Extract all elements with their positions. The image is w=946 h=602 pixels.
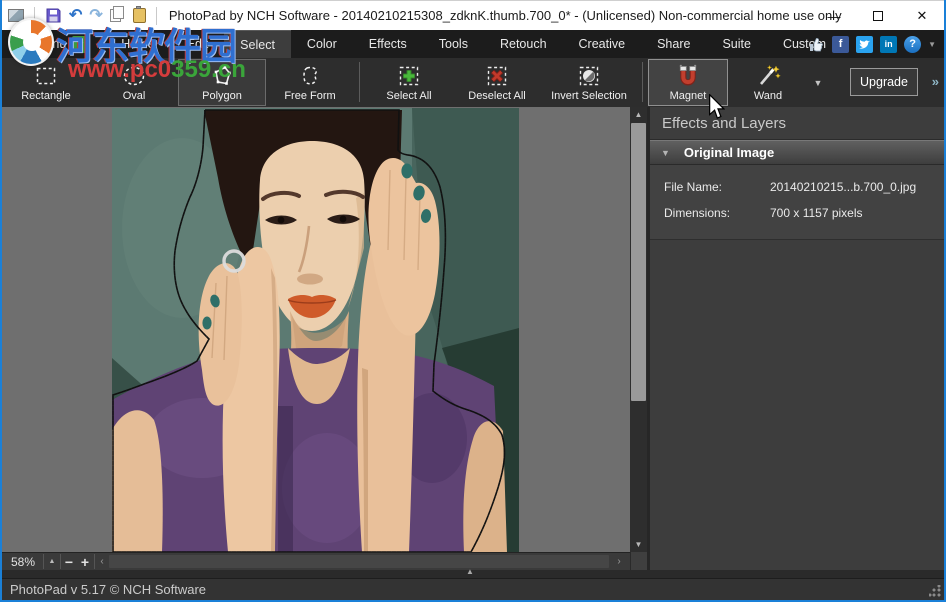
tab-color[interactable]: Color [291,30,353,58]
rectangle-select-icon [34,63,58,89]
collapse-triangle-icon: ▼ [661,148,670,158]
scroll-right-icon[interactable]: › [612,553,626,570]
collapse-up-icon: ▲ [466,567,474,576]
select-all-button[interactable]: Select All [365,59,453,106]
horizontal-scrollbar-thumb[interactable] [109,555,609,568]
magic-wand-icon [755,63,781,89]
tab-share[interactable]: Share [641,30,706,58]
status-bar: PhotoPad v 5.17 © NCH Software [2,578,944,600]
upgrade-button[interactable]: Upgrade [850,68,918,96]
wand-dropdown-icon[interactable]: ▼ [808,59,828,106]
scroll-left-icon[interactable]: ‹ [96,553,108,570]
rectangle-select-button[interactable]: Rectangle [2,59,90,106]
help-dropdown-icon[interactable]: ▼ [928,40,936,49]
deselect-all-button[interactable]: Deselect All [453,59,541,106]
paste-icon[interactable] [133,8,146,23]
app-icon[interactable] [8,9,24,22]
photopad-window: ↶ ↷ PhotoPad by NCH Software - 201402102… [0,0,946,602]
tab-edit[interactable]: Edit [171,30,225,58]
facebook-icon[interactable]: f [832,36,849,53]
invert-selection-icon [577,63,601,89]
freeform-select-icon [298,63,322,89]
tab-suite[interactable]: Suite [706,30,767,58]
tab-tools[interactable]: Tools [423,30,484,58]
thumbs-up-icon[interactable] [808,36,825,53]
portrait-photo [112,108,519,552]
toolbar-separator [642,62,643,102]
undo-icon[interactable]: ↶ [69,8,82,24]
scroll-down-icon[interactable]: ▼ [630,537,647,552]
polygon-select-icon [210,63,234,89]
magnet-icon [675,63,701,89]
titlebar-separator [156,7,157,25]
polygon-select-button[interactable]: Polygon [178,59,266,106]
scroll-up-icon[interactable]: ▲ [630,107,647,122]
mouse-cursor [708,94,725,125]
wand-button[interactable]: Wand [728,59,808,106]
oval-select-icon [122,63,146,89]
title-bar: ↶ ↷ PhotoPad by NCH Software - 201402102… [2,0,944,30]
zoom-out-button[interactable]: − [62,553,76,570]
hamburger-icon [10,35,29,54]
file-name-value: 20140210215...b.700_0.jpg [770,180,916,194]
titlebar-separator [34,7,35,25]
image-info-fields: File Name: 20140210215...b.700_0.jpg Dim… [650,165,944,240]
zoom-dropdown-icon[interactable]: ▲ [45,553,59,570]
resize-grip[interactable] [929,585,941,597]
zoom-scroll-bar: 58% ▲ − + ‹ › [2,552,647,570]
bottom-collapse-handle[interactable]: ▲ [2,570,944,578]
toolbar-overflow-chevron[interactable]: » [932,74,939,89]
window-title: PhotoPad by NCH Software - 2014021021530… [169,8,842,23]
help-icon[interactable]: ? [904,36,921,53]
freeform-select-button[interactable]: Free Form [266,59,354,106]
file-name-row: File Name: 20140210215...b.700_0.jpg [650,175,944,201]
toolbar-separator [359,62,360,102]
save-icon[interactable] [45,7,62,24]
tab-effects[interactable]: Effects [353,30,423,58]
tab-select[interactable]: Select [224,30,291,58]
vertical-scrollbar[interactable]: ▲ ▼ [630,107,647,552]
menu-dropdown-icon[interactable]: ▼ [72,36,89,53]
vertical-scrollbar-thumb[interactable] [631,123,646,401]
select-all-icon [397,63,421,89]
menu-bar: Menu ▼ Home Edit Select Color Effects To… [2,30,944,58]
zoom-in-button[interactable]: + [78,553,92,570]
select-toolbar: Rectangle Oval Polygon Free Form [2,58,944,107]
tab-home[interactable]: Home [105,30,170,58]
oval-select-button[interactable]: Oval [90,59,178,106]
panel-title: Effects and Layers [650,107,944,140]
linkedin-icon[interactable]: in [880,36,897,53]
dimensions-row: Dimensions: 700 x 1157 pixels [650,201,944,227]
tab-creative[interactable]: Creative [563,30,642,58]
deselect-all-icon [485,63,509,89]
original-image-section-header[interactable]: ▼ Original Image [650,140,944,165]
twitter-icon[interactable] [856,36,873,53]
redo-icon[interactable]: ↷ [89,8,102,24]
zoom-level: 58% [6,553,40,570]
close-button[interactable]: ✕ [900,1,944,31]
maximize-button[interactable] [856,1,900,31]
canvas-area[interactable] [2,107,630,552]
scrollbar-corner [630,552,647,570]
effects-and-layers-panel: Effects and Layers ▼ Original Image File… [650,107,944,570]
menu-button[interactable]: Menu ▼ [2,30,99,58]
photo-document[interactable] [112,108,519,552]
invert-selection-button[interactable]: Invert Selection [541,59,637,106]
dimensions-value: 700 x 1157 pixels [770,206,863,220]
copy-icon[interactable] [110,9,121,22]
minimize-button[interactable]: — [812,1,856,31]
tab-retouch[interactable]: Retouch [484,30,563,58]
